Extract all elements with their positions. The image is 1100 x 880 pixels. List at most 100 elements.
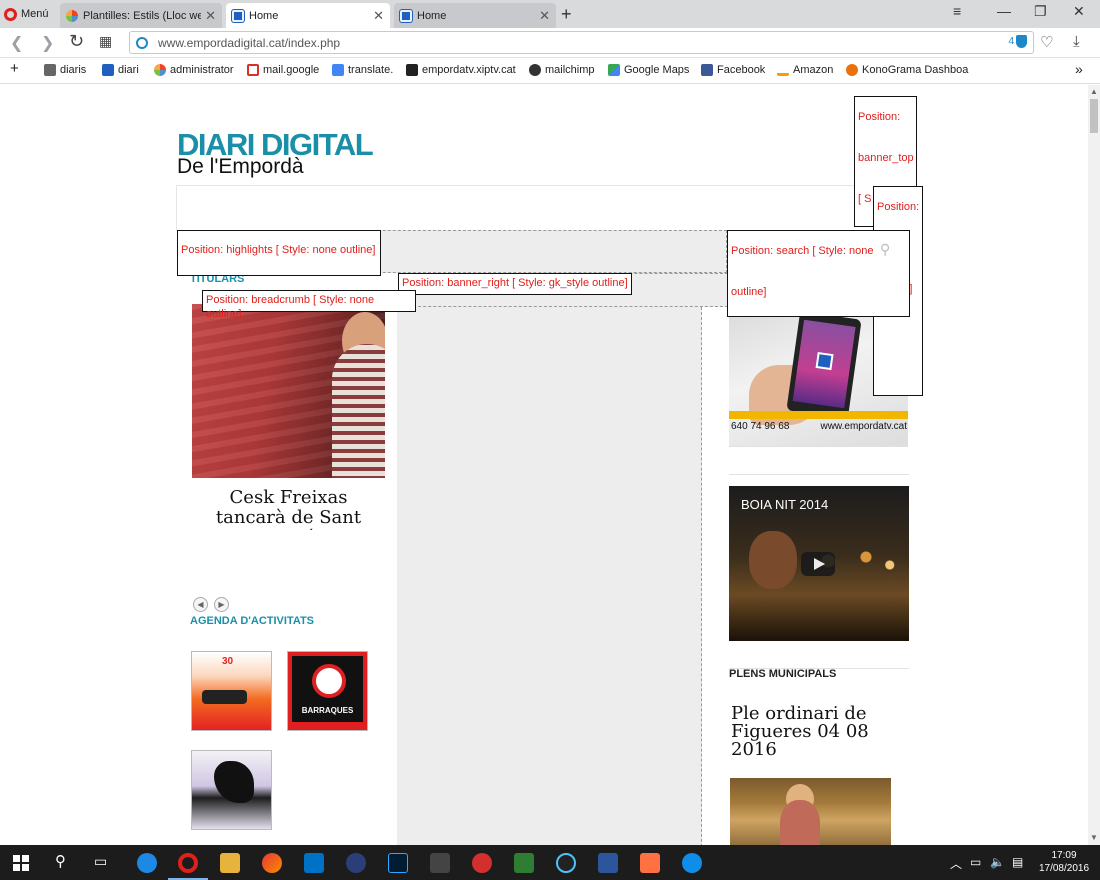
ghost-icon: [312, 664, 346, 698]
agenda-thumb-barraques[interactable]: BARRAQUES: [287, 651, 368, 731]
bookmark-administrator[interactable]: administrator: [154, 64, 234, 76]
plens-title[interactable]: Ple ordinari de Figueres 04 08 2016: [731, 705, 906, 759]
close-tab-icon[interactable]: ✕: [373, 8, 384, 24]
bookmark-facebook[interactable]: Facebook: [701, 64, 765, 76]
close-tab-icon[interactable]: ✕: [205, 8, 216, 24]
browser-tab-plantilles[interactable]: Plantilles: Estils (Lloc web) ✕: [60, 3, 222, 28]
task-view-icon[interactable]: ▭: [94, 853, 107, 870]
notifications-icon[interactable]: ▤: [1012, 855, 1023, 869]
film-icon[interactable]: [430, 853, 450, 873]
position-breadcrumb-label[interactable]: Position: breadcrumb [ Style: none outli…: [202, 290, 416, 320]
reload-icon[interactable]: ↻: [69, 31, 84, 52]
news-photo[interactable]: [192, 304, 385, 478]
network-icon[interactable]: ▭: [970, 855, 981, 869]
nero-icon[interactable]: [472, 853, 492, 873]
photoshop-icon[interactable]: [388, 853, 408, 873]
bookmark-label: diaris: [60, 64, 87, 76]
position-highlights-label[interactable]: Position: highlights [ Style: none outli…: [177, 230, 381, 276]
plens-photo[interactable]: [730, 778, 891, 845]
teamviewer-icon[interactable]: [682, 853, 702, 873]
poster-figure: [214, 761, 254, 803]
media-player-icon[interactable]: [556, 853, 576, 873]
shield-icon: [1016, 35, 1027, 48]
back-icon[interactable]: ❮: [10, 33, 23, 53]
agenda-heading: AGENDA D'ACTIVITATS: [190, 615, 315, 627]
plens-heading: PLENS MUNICIPALS: [729, 668, 837, 680]
main-menu-area: [176, 185, 911, 231]
tab-title: Home: [417, 9, 447, 22]
slider-next-icon[interactable]: ▶: [214, 597, 229, 612]
bookmark-translate[interactable]: translate.: [332, 64, 393, 76]
forward-icon[interactable]: ❯: [41, 33, 54, 53]
divider: [729, 474, 909, 475]
app-icon: [815, 352, 834, 371]
slider-prev-icon[interactable]: ◀: [193, 597, 208, 612]
url-field[interactable]: www.empordadigital.cat/index.php 4: [129, 31, 1034, 54]
windows-start-icon[interactable]: [13, 855, 29, 871]
tab-menu-icon[interactable]: ≡: [953, 3, 961, 19]
tray-expand-icon[interactable]: ︿: [950, 855, 962, 872]
bookmark-label: diari: [118, 64, 139, 76]
bookmark-mailchimp[interactable]: mailchimp: [529, 64, 595, 76]
close-tab-icon[interactable]: ✕: [539, 8, 550, 24]
speaker-body: [780, 800, 820, 845]
agenda-thumb-poster[interactable]: [191, 750, 272, 830]
page-scrollbar[interactable]: ▲ ▼: [1088, 85, 1100, 845]
search-icon[interactable]: ⚲: [55, 852, 66, 870]
outlook-icon[interactable]: [304, 853, 324, 873]
bookmark-diari[interactable]: diari: [102, 64, 139, 76]
scroll-thumb[interactable]: [1090, 99, 1098, 133]
search-icon[interactable]: ⚲: [880, 241, 890, 258]
video-title: BOIA NIT 2014: [741, 497, 829, 512]
opera-menu-button[interactable]: Menú: [4, 5, 49, 23]
minimize-icon[interactable]: —: [997, 3, 1011, 19]
restore-icon[interactable]: ❐: [1034, 3, 1047, 20]
video-face: [749, 531, 797, 589]
site-info-icon[interactable]: [136, 36, 148, 49]
bookmark-empordatv[interactable]: empordatv.xiptv.cat: [406, 64, 516, 76]
taskbar-clock[interactable]: 17:09 17/08/2016: [1034, 849, 1094, 875]
video-player[interactable]: BOIA NIT 2014: [729, 486, 909, 641]
opera-icon[interactable]: [178, 853, 198, 873]
bookmark-label: Amazon: [793, 64, 834, 76]
browser-tab-home-active[interactable]: Home ✕: [226, 3, 390, 28]
banner-website: www.empordatv.cat: [820, 421, 907, 432]
scroll-up-icon[interactable]: ▲: [1090, 87, 1098, 96]
news-title[interactable]: Cesk Freixas tancarà de Sant Domí: [192, 488, 385, 530]
konograma-icon: [846, 64, 858, 76]
agenda-thumb-label: BARRAQUES: [301, 706, 354, 715]
speed-dial-grid-icon[interactable]: ▦: [99, 33, 112, 50]
heart-icon[interactable]: ♡: [1040, 33, 1053, 51]
person-body: [332, 344, 385, 478]
bookmark-amazon[interactable]: Amazon: [777, 64, 833, 76]
bookmark-google-maps[interactable]: Google Maps: [608, 64, 689, 76]
bookmark-konograma[interactable]: KonoGrama Dashboa: [846, 64, 1046, 76]
position-banner-right-label[interactable]: Position: banner_right [ Style: gk_style…: [398, 273, 632, 295]
volume-icon[interactable]: 🔈: [990, 855, 1005, 869]
edge-icon[interactable]: [137, 853, 157, 873]
new-tab-button[interactable]: +: [561, 4, 572, 25]
word-icon[interactable]: [598, 853, 618, 873]
mail-icon[interactable]: [640, 853, 660, 873]
adblock-count: 4: [1008, 36, 1014, 47]
file-explorer-icon[interactable]: [220, 853, 240, 873]
page-viewport: DIARI DIGITAL De l'Empordà TITULARS Cesk…: [0, 85, 1088, 845]
download-icon[interactable]: ⤓: [1073, 33, 1080, 50]
adblock-badge[interactable]: 4: [1008, 35, 1027, 48]
bookmark-mail-google[interactable]: mail.google: [247, 64, 319, 76]
bookmark-diaris[interactable]: diaris: [44, 64, 86, 76]
app-icon[interactable]: [514, 853, 534, 873]
windows-taskbar: ⚲ ▭ ︿ ▭ 🔈 ▤ 17:09 17/08/2016: [0, 845, 1100, 880]
more-bookmarks-icon[interactable]: »: [1075, 61, 1083, 77]
agenda-thumb-concert[interactable]: 30: [191, 651, 272, 731]
app-icon[interactable]: [262, 853, 282, 873]
bookmarks-bar: + diaris diari administrator mail.google…: [0, 58, 1100, 84]
maps-icon: [608, 64, 620, 76]
scroll-down-icon[interactable]: ▼: [1090, 833, 1098, 842]
play-icon[interactable]: [801, 552, 835, 576]
add-bookmark-icon[interactable]: +: [10, 60, 19, 77]
close-window-icon[interactable]: ✕: [1073, 3, 1085, 20]
app-icon[interactable]: [346, 853, 366, 873]
browser-tab-home[interactable]: Home ✕: [394, 3, 556, 28]
bookmark-label: administrator: [170, 64, 234, 76]
